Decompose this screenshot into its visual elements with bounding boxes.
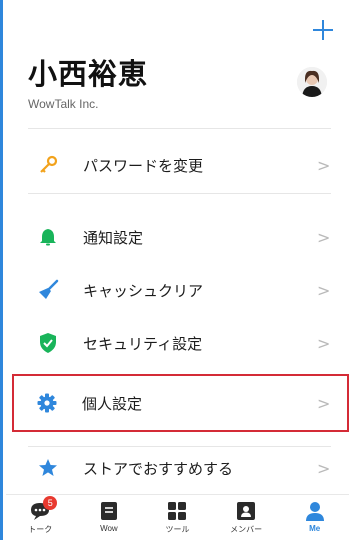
plus-icon <box>313 20 333 40</box>
broom-icon <box>35 277 61 303</box>
key-icon <box>35 152 61 178</box>
profile-name: 小西裕恵 <box>28 57 149 91</box>
chevron-right-icon: > <box>317 458 331 478</box>
app-screen: 小西裕恵 WowTalk Inc. パスワードを変更 > 通知設定 > キャッシ… <box>0 0 349 540</box>
tab-label: Wow <box>100 524 118 533</box>
bottom-tab-bar: 5 トーク Wow ツール メンバー Me <box>6 494 349 540</box>
bell-icon <box>35 224 61 250</box>
chevron-right-icon: > <box>317 393 331 413</box>
profile-company: WowTalk Inc. <box>28 97 99 111</box>
add-button[interactable] <box>311 18 335 42</box>
tab-label: Me <box>309 524 321 533</box>
unread-badge: 5 <box>43 496 58 510</box>
menu-item-notification-settings[interactable]: 通知設定 > <box>15 212 335 262</box>
menu-item-personal-settings[interactable]: 個人設定 > <box>12 374 349 432</box>
menu-item-label: ストアでおすすめする <box>83 459 234 478</box>
chevron-right-icon: > <box>317 333 331 353</box>
menu-item-label: パスワードを変更 <box>83 156 204 175</box>
person-icon <box>305 502 324 521</box>
tab-members[interactable]: メンバー <box>216 495 276 540</box>
tab-me[interactable]: Me <box>285 495 345 540</box>
gear-icon <box>34 390 60 416</box>
tab-wow[interactable]: Wow <box>79 495 139 540</box>
divider <box>28 128 331 129</box>
menu-item-recommend-in-store[interactable]: ストアでおすすめする > <box>15 443 335 493</box>
grid-icon <box>168 502 187 520</box>
shield-check-icon <box>35 330 61 356</box>
menu-item-cache-clear[interactable]: キャッシュクリア > <box>15 265 335 315</box>
chevron-right-icon: > <box>317 280 331 300</box>
menu-item-label: 個人設定 <box>82 394 143 413</box>
document-icon <box>100 502 117 520</box>
tab-talk[interactable]: 5 トーク <box>10 495 70 540</box>
menu-item-label: 通知設定 <box>83 228 144 247</box>
tab-label: トーク <box>28 525 53 534</box>
divider <box>28 193 331 194</box>
tab-label: メンバー <box>230 525 263 534</box>
menu-item-security-settings[interactable]: セキュリティ設定 > <box>15 318 335 368</box>
profile-header[interactable]: 小西裕恵 WowTalk Inc. <box>28 57 331 117</box>
chevron-right-icon: > <box>317 155 331 175</box>
chevron-right-icon: > <box>317 227 331 247</box>
menu-item-change-password[interactable]: パスワードを変更 > <box>15 140 335 190</box>
tab-label: ツール <box>165 525 190 534</box>
menu-item-label: セキュリティ設定 <box>83 334 203 353</box>
tab-tools[interactable]: ツール <box>147 495 207 540</box>
menu-item-label: キャッシュクリア <box>83 281 204 300</box>
contact-card-icon <box>237 502 256 520</box>
star-icon <box>35 455 61 481</box>
avatar[interactable] <box>297 67 327 97</box>
